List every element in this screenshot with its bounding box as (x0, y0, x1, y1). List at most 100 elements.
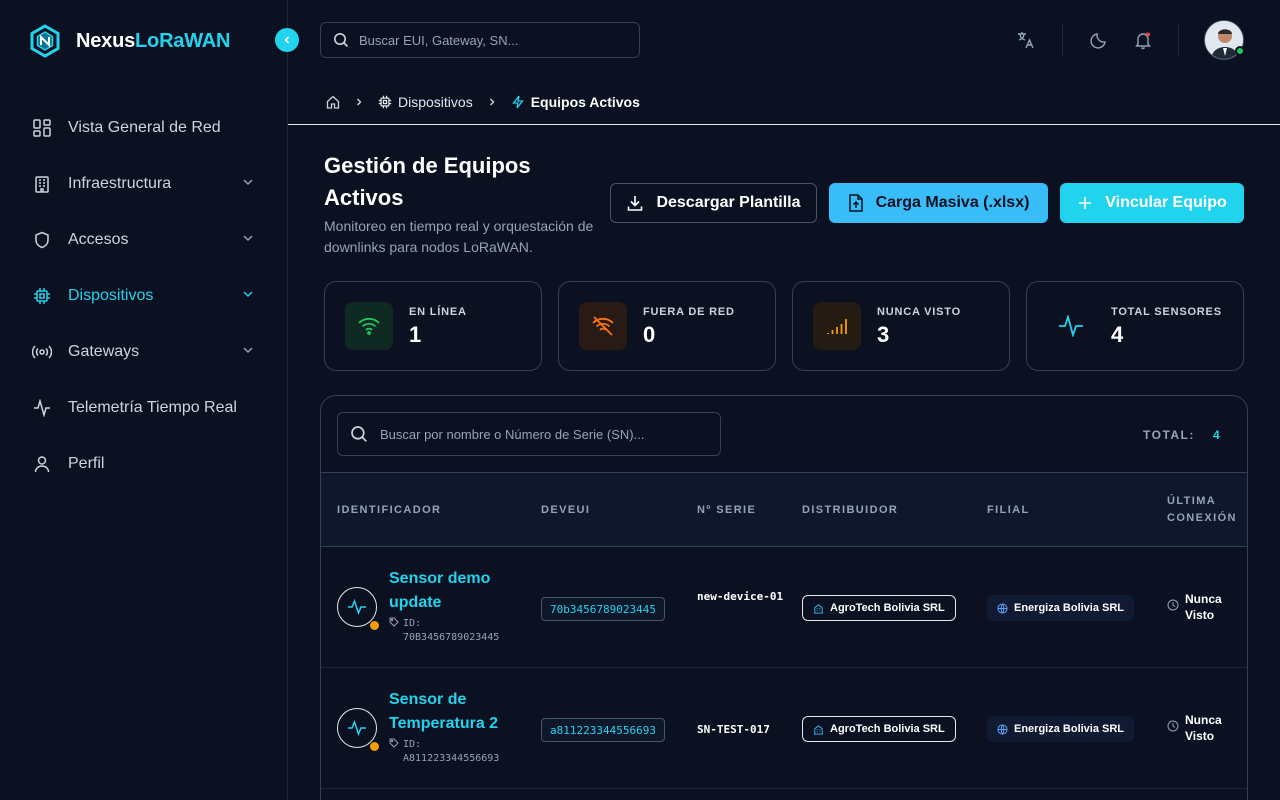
sidebar-item-telemetria[interactable]: Telemetría Tiempo Real (0, 380, 288, 436)
device-search-input[interactable] (380, 426, 710, 442)
id-label: ID: (403, 618, 422, 629)
chevron-down-icon (243, 179, 253, 186)
sidebar-item-label: Infraestructura (68, 175, 172, 192)
online-status-dot (1235, 46, 1245, 56)
column-header[interactable]: Nº SERIE (697, 502, 756, 519)
stat-label: EN LÍNEA (409, 306, 467, 318)
last-connection-text: Nunca Visto (1185, 592, 1222, 622)
stat-value: 3 (877, 322, 890, 347)
chevron-down-icon (243, 291, 253, 298)
status-dot (370, 621, 379, 630)
broadcast-icon (32, 342, 52, 362)
chevron-right-icon (489, 98, 495, 106)
stat-label: NUNCA VISTO (877, 306, 961, 318)
last-connection: Nunca Visto (1167, 591, 1225, 623)
stat-card-total: TOTAL SENSORES 4 (1026, 281, 1244, 371)
breadcrumb-home[interactable] (326, 95, 340, 109)
last-connection-text: Nunca Visto (1185, 713, 1222, 743)
deveui-chip[interactable]: 70b3456789023445 (541, 597, 665, 621)
device-name[interactable]: Sensor demo update (389, 567, 529, 615)
devices-table-panel: TOTAL: 4 IDENTIFICADOR DEVEUI Nº SERIE D… (320, 395, 1248, 800)
sidebar-item-accesos[interactable]: Accesos (0, 212, 288, 268)
bulk-upload-button[interactable]: Carga Masiva (.xlsx) (829, 183, 1048, 223)
breadcrumb-current: Equipos Activos (511, 94, 640, 110)
sidebar-item-gateways[interactable]: Gateways (0, 324, 288, 380)
stat-value: 0 (643, 322, 656, 347)
status-dot (370, 742, 379, 751)
serial-number: new-device-01 (697, 590, 784, 603)
total-count: 4 (1213, 428, 1220, 442)
clock-icon (1167, 720, 1179, 732)
brand[interactable]: NexusLoRaWAN (28, 24, 230, 58)
wifi-icon (345, 302, 393, 350)
tag-icon (389, 738, 399, 748)
logo-icon (30, 24, 60, 58)
moon-icon (1090, 33, 1106, 49)
table-row[interactable]: Sensor demo update ID: 70B3456789023445 7… (321, 547, 1247, 668)
serial-number: SN-TEST-017 (697, 723, 770, 736)
clock-icon (1167, 599, 1179, 611)
chevron-left-icon (284, 36, 290, 44)
branch-name: Energiza Bolivia SRL (1014, 602, 1125, 614)
branch-name: Energiza Bolivia SRL (1014, 723, 1125, 735)
breadcrumb-dispositivos[interactable]: Dispositivos (378, 94, 473, 110)
sidebar-item-label: Accesos (68, 231, 129, 248)
id-value: 70B3456789023445 (403, 632, 500, 643)
table-row[interactable]: Sensor de Temperatura 2 ID: A811223344556… (321, 668, 1247, 789)
column-header[interactable]: FILIAL (987, 502, 1030, 519)
sidebar-item-perfil[interactable]: Perfil (0, 436, 288, 492)
translate-button[interactable] (1014, 28, 1038, 52)
chip-icon (378, 95, 392, 109)
device-search[interactable] (337, 412, 721, 456)
column-header[interactable]: DEVEUI (541, 502, 590, 519)
chip-icon (32, 286, 52, 306)
chevron-down-icon (243, 235, 253, 242)
id-value: A811223344556693 (403, 753, 500, 764)
search-icon (334, 33, 349, 48)
distributor-badge: AgroTech Bolivia SRL (802, 595, 956, 621)
sidebar-item-vista-general[interactable]: Vista General de Red (0, 100, 288, 156)
notifications-button[interactable] (1131, 28, 1155, 52)
global-search-input[interactable] (359, 32, 619, 48)
activity-icon (32, 398, 52, 418)
sidebar-item-label: Gateways (68, 343, 140, 360)
divider (1178, 24, 1179, 56)
chevron-right-icon (357, 98, 362, 106)
id-label: ID: (403, 739, 422, 750)
sidebar-collapse-button[interactable] (275, 28, 299, 52)
sidebar-nav: Vista General de Red Infraestructura Acc… (0, 100, 288, 492)
theme-toggle-button[interactable] (1087, 28, 1111, 52)
stat-card-online: EN LÍNEA 1 (324, 281, 542, 371)
link-device-button[interactable]: Vincular Equipo (1060, 183, 1244, 223)
device-name[interactable]: Sensor de Temperatura 2 (389, 688, 529, 736)
sidebar-item-infraestructura[interactable]: Infraestructura (0, 156, 288, 212)
global-search[interactable] (320, 22, 640, 58)
breadcrumb-separator (487, 97, 497, 107)
column-header[interactable]: ÚLTIMA CONEXIÓN (1167, 493, 1247, 527)
breadcrumb-label: Dispositivos (398, 94, 473, 110)
table-header: IDENTIFICADOR DEVEUI Nº SERIE DISTRIBUID… (321, 472, 1247, 547)
button-label: Descargar Plantilla (656, 194, 801, 211)
activity-icon (1047, 302, 1095, 350)
page-subtitle: Monitoreo en tiempo real y orquestación … (324, 218, 594, 255)
last-connection: Nunca Visto (1167, 712, 1225, 744)
branch-badge: Energiza Bolivia SRL (987, 716, 1135, 742)
building-icon (813, 724, 824, 735)
translate-icon (1018, 32, 1034, 49)
wifi-off-icon (579, 302, 627, 350)
sidebar-item-dispositivos[interactable]: Dispositivos (0, 268, 288, 324)
column-header[interactable]: IDENTIFICADOR (337, 502, 441, 519)
download-template-button[interactable]: Descargar Plantilla (610, 183, 817, 223)
stat-label: TOTAL SENSORES (1111, 306, 1222, 318)
plus-icon (1079, 197, 1092, 209)
sidebar: NexusLoRaWAN Vista General de Red Infrae… (0, 0, 288, 800)
grid-icon (32, 118, 52, 138)
sidebar-item-label: Dispositivos (68, 287, 154, 304)
stat-value: 1 (409, 322, 422, 347)
deveui-chip[interactable]: a811223344556693 (541, 718, 665, 742)
stat-label: FUERA DE RED (643, 306, 735, 318)
divider (1062, 24, 1063, 56)
page-title: Gestión de Equipos Activos (324, 153, 531, 210)
column-header[interactable]: DISTRIBUIDOR (802, 502, 898, 519)
stat-card-never-seen: NUNCA VISTO 3 (792, 281, 1010, 371)
